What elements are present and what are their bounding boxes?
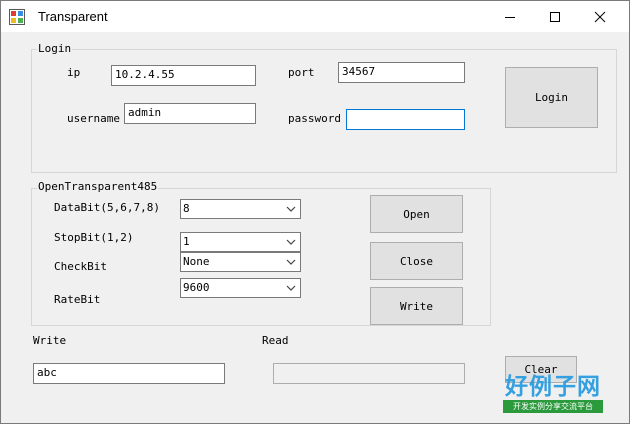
chevron-down-icon — [286, 239, 296, 245]
login-button[interactable]: Login — [505, 67, 598, 128]
chevron-down-icon — [286, 206, 296, 212]
watermark-main: 好例子网 — [505, 373, 601, 400]
minimize-button[interactable] — [487, 1, 533, 32]
ratebit-value: 9600 — [183, 281, 210, 294]
stopbit-label: StopBit(1,2) — [54, 231, 134, 244]
title-bar: Transparent — [1, 1, 629, 32]
chevron-down-icon — [286, 259, 296, 265]
write-label: Write — [33, 334, 67, 347]
username-input[interactable]: admin — [124, 103, 256, 124]
port-label: port — [288, 66, 315, 79]
maximize-button[interactable] — [532, 1, 578, 32]
write-input[interactable]: abc — [33, 363, 225, 384]
checkbit-label: CheckBit — [54, 260, 107, 273]
password-label: password — [288, 112, 341, 125]
close-window-button[interactable] — [577, 1, 623, 32]
watermark-logo: 好例子网 开发实例分享交流平台 — [503, 374, 603, 413]
read-label: Read — [262, 334, 289, 347]
app-icon — [9, 9, 25, 25]
transparent-group-title: OpenTransparent485 — [37, 180, 159, 193]
ip-input[interactable]: 10.2.4.55 — [111, 65, 256, 86]
databit-select[interactable]: 8 — [180, 199, 301, 219]
ratebit-label: RateBit — [54, 293, 101, 306]
main-window: Transparent Login ip 10.2.4.55 port 3456… — [0, 0, 630, 424]
checkbit-value: None — [183, 255, 210, 268]
stopbit-select[interactable]: 1 — [180, 232, 301, 252]
read-output — [273, 363, 465, 384]
login-group-title: Login — [37, 42, 73, 55]
window-title: Transparent — [38, 9, 108, 24]
write-button[interactable]: Write — [370, 287, 463, 325]
close-button[interactable]: Close — [370, 242, 463, 280]
open-button[interactable]: Open — [370, 195, 463, 233]
databit-value: 8 — [183, 202, 190, 215]
username-label: username — [67, 112, 120, 125]
port-input[interactable]: 34567 — [338, 62, 465, 83]
minimize-icon — [505, 16, 515, 18]
ip-label: ip — [67, 66, 81, 79]
checkbit-select[interactable]: None — [180, 252, 301, 272]
close-icon — [594, 11, 606, 22]
chevron-down-icon — [286, 285, 296, 291]
watermark-sub: 开发实例分享交流平台 — [503, 400, 603, 413]
password-input[interactable] — [346, 109, 465, 130]
stopbit-value: 1 — [183, 235, 190, 248]
databit-label: DataBit(5,6,7,8) — [54, 201, 160, 214]
ratebit-select[interactable]: 9600 — [180, 278, 301, 298]
maximize-icon — [550, 11, 560, 22]
